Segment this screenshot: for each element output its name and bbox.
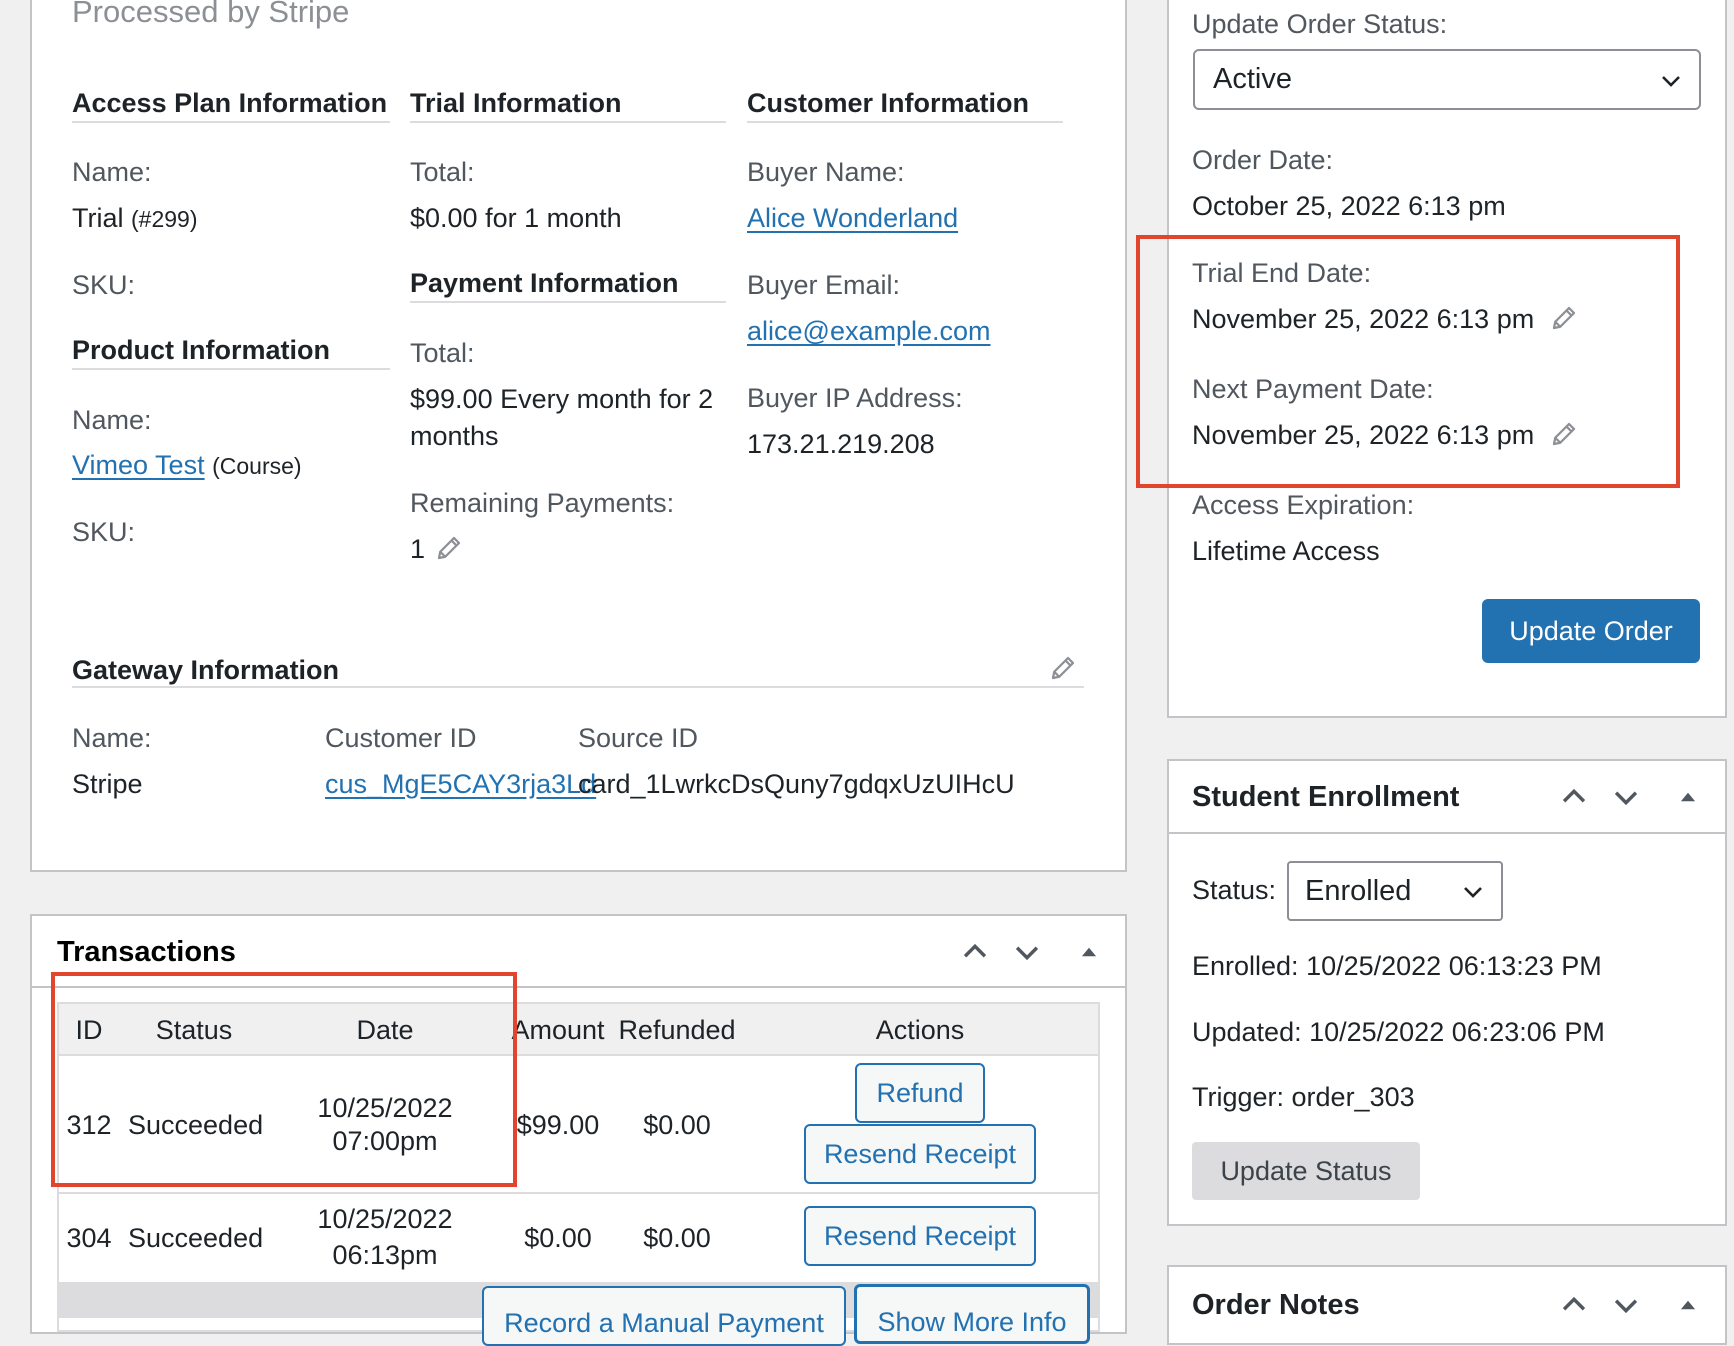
column-header-actions: Actions [875,1015,965,1045]
customer-id-label: Customer ID [325,723,477,753]
access-plan-id: (#299) [131,206,198,232]
access-plan-heading: Access Plan Information [72,88,388,118]
access-expiration-value: Lifetime Access [1192,536,1380,566]
enrollment-status-select[interactable]: Enrolled [1287,861,1503,921]
highlight-box [1136,235,1680,488]
product-name-value: Vimeo Test (Course) [72,450,302,481]
divider [1169,832,1725,834]
triangle-up-icon[interactable] [1671,780,1705,814]
chevron-up-icon[interactable] [1557,780,1591,814]
buyer-email-label: Buyer Email: [747,270,901,300]
product-link[interactable]: Vimeo Test [72,450,205,480]
access-expiration-label: Access Expiration: [1192,490,1415,520]
payment-heading: Payment Information [410,268,679,298]
chevron-up-icon[interactable] [1557,1288,1591,1322]
product-sku-label: SKU: [72,517,136,547]
access-plan-name: Trial [72,203,124,233]
enrolled-date-text: Enrolled: 10/25/2022 06:13:23 PM [1192,951,1602,981]
update-status-button[interactable]: Update Status [1192,1142,1420,1200]
show-more-info-button[interactable]: Show More Info [854,1284,1090,1344]
transaction-amount: $99.00 [516,1110,600,1140]
remaining-payments-label: Remaining Payments: [410,488,675,518]
customer-id-link[interactable]: cus_MgE5CAY3rja3Ld [325,769,596,799]
transaction-amount: $0.00 [524,1223,592,1253]
refund-button[interactable]: Refund [855,1063,985,1123]
updated-date-text: Updated: 10/25/2022 06:23:06 PM [1192,1017,1605,1047]
chevron-down-icon[interactable] [1609,780,1643,814]
customer-heading: Customer Information [747,88,1030,118]
product-type: (Course) [212,453,302,479]
column-header-amount: Amount [511,1015,605,1045]
product-heading: Product Information [72,335,330,365]
divider [72,368,390,370]
customer-id-value: cus_MgE5CAY3rja3Ld [325,769,596,800]
trigger-text: Trigger: order_303 [1192,1082,1415,1112]
column-header-refunded: Refunded [618,1015,736,1045]
resend-receipt-button[interactable]: Resend Receipt [804,1206,1036,1266]
buyer-name-value: Alice Wonderland [747,203,958,234]
buyer-ip-label: Buyer IP Address: [747,383,963,413]
highlight-box [51,972,517,1187]
resend-receipt-button[interactable]: Resend Receipt [804,1124,1036,1184]
divider [410,301,726,303]
triangle-up-icon[interactable] [1671,1288,1705,1322]
trial-heading: Trial Information [410,88,622,118]
transaction-id: 304 [66,1223,112,1253]
divider [410,121,726,123]
update-order-button[interactable]: Update Order [1482,599,1700,663]
transaction-date-line1: 10/25/2022 [317,1204,453,1234]
source-id-label: Source ID [578,723,699,753]
chevron-down-icon [1659,68,1683,92]
transaction-refunded: $0.00 [643,1110,711,1140]
order-notes-title: Order Notes [1192,1289,1360,1321]
payment-total-value-line1: $99.00 Every month for 2 [410,384,714,414]
access-plan-name-value: Trial (#299) [72,203,198,234]
enrollment-status-value: Enrolled [1305,874,1412,907]
access-plan-sku-label: SKU: [72,270,136,300]
chevron-down-icon [1461,879,1485,903]
chevron-down-icon[interactable] [1609,1288,1643,1322]
update-order-status-label: Update Order Status: [1192,9,1448,39]
pencil-icon[interactable] [1048,653,1078,683]
chevron-down-icon[interactable] [1010,935,1044,969]
divider [747,121,1063,123]
access-plan-name-label: Name: [72,157,152,187]
trial-total-label: Total: [410,157,475,187]
enrollment-status-label: Status: [1192,875,1277,905]
student-enrollment-title: Student Enrollment [1192,781,1460,813]
buyer-ip-value: 173.21.219.208 [747,429,935,459]
order-date-label: Order Date: [1192,145,1334,175]
buyer-email-link[interactable]: alice@example.com [747,316,991,346]
gateway-heading: Gateway Information [72,655,340,685]
pencil-icon[interactable] [434,533,464,563]
payment-total-value-line2: months [410,421,499,451]
order-status-value: Active [1213,63,1292,95]
buyer-name-label: Buyer Name: [747,157,905,187]
order-status-select[interactable]: Active [1193,49,1701,110]
transaction-date-line2: 06:13pm [332,1240,438,1270]
record-manual-payment-button[interactable]: Record a Manual Payment [482,1286,846,1346]
gateway-name-label: Name: [72,723,152,753]
order-date-value: October 25, 2022 6:13 pm [1192,191,1506,221]
triangle-up-icon[interactable] [1072,935,1106,969]
processed-by-text: Processed by Stripe [72,0,350,29]
source-id-value: card_1LwrkcDsQuny7gdqxUzUIHcU [578,769,1015,799]
divider [72,686,1084,688]
chevron-up-icon[interactable] [958,935,992,969]
remaining-payments-value: 1 [410,534,426,564]
buyer-email-value: alice@example.com [747,316,991,347]
gateway-name-value: Stripe [72,769,143,799]
transaction-refunded: $0.00 [643,1223,711,1253]
buyer-name-link[interactable]: Alice Wonderland [747,203,958,233]
product-name-label: Name: [72,405,152,435]
transactions-title: Transactions [57,936,236,968]
trial-total-value: $0.00 for 1 month [410,203,622,233]
divider [72,121,390,123]
transaction-status: Succeeded [128,1223,264,1253]
payment-total-label: Total: [410,338,475,368]
